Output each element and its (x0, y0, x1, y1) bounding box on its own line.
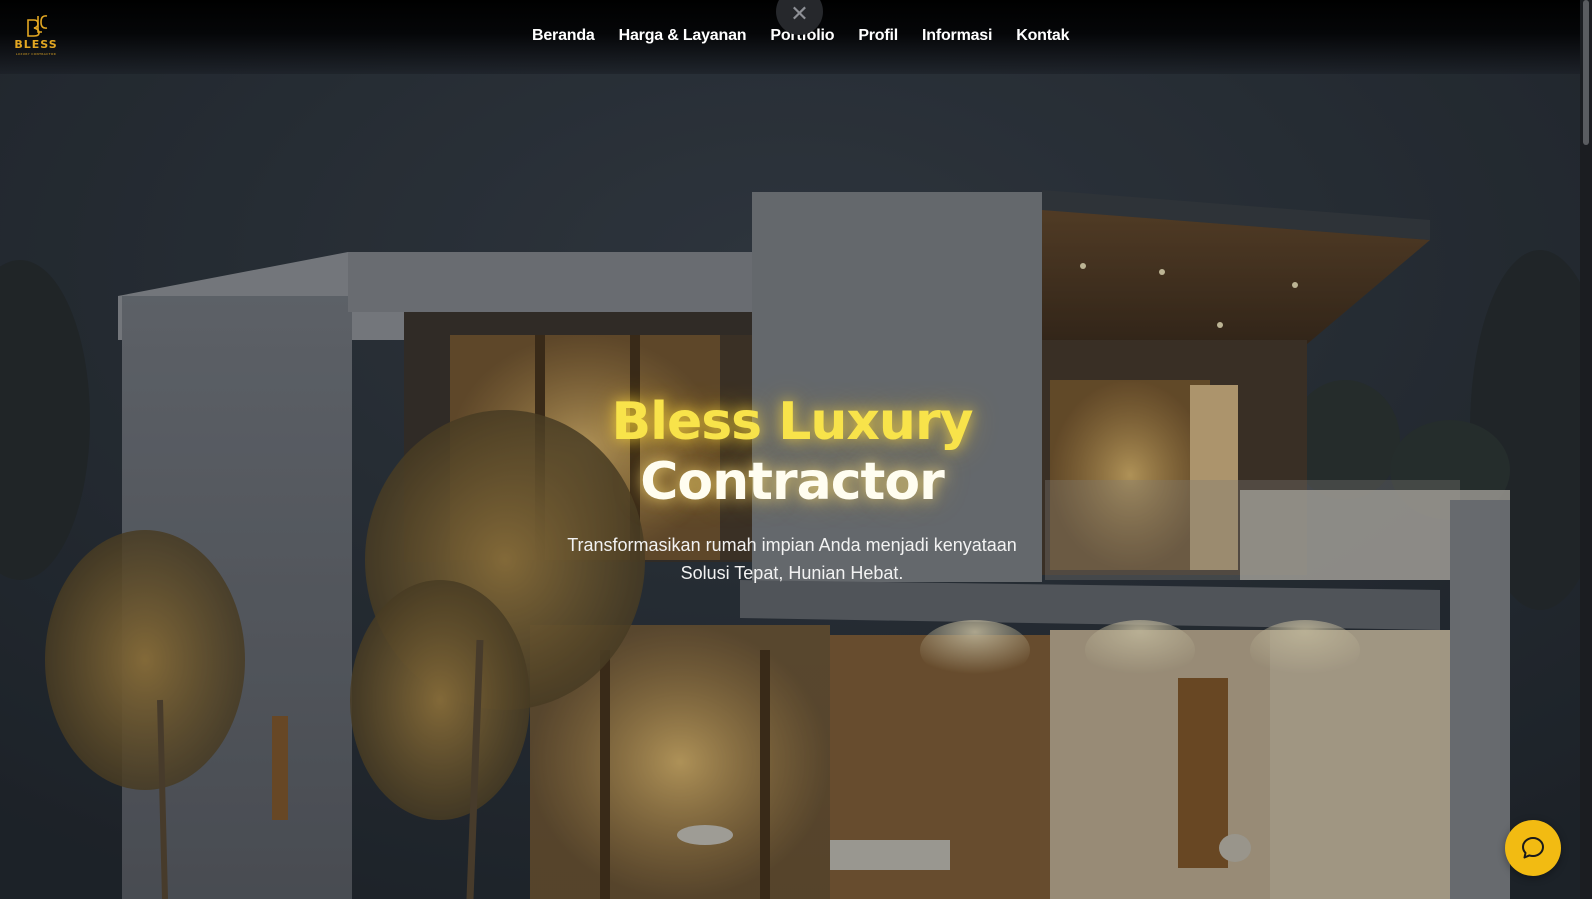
page-scrollbar[interactable] (1580, 0, 1592, 899)
hero-title-line2: Contractor (640, 452, 945, 512)
brand-tagline: LUXURY CONTRACTOR (15, 52, 57, 56)
nav-item-profil[interactable]: Profil (858, 27, 898, 45)
page: BLESS LUXURY CONTRACTOR Beranda Harga & … (0, 0, 1592, 899)
logo-monogram (27, 15, 48, 37)
chat-bubble-icon (1522, 837, 1544, 859)
nav-item-harga-layanan[interactable]: Harga & Layanan (619, 27, 747, 45)
top-navbar: BLESS LUXURY CONTRACTOR Beranda Harga & … (0, 0, 1580, 74)
nav-item-beranda[interactable]: Beranda (532, 27, 595, 45)
hero-subtitle-line2: Solusi Tepat, Hunian Hebat. (680, 563, 904, 583)
hero-title: Bless Luxury Contractor (0, 392, 1584, 512)
brand-logo[interactable]: BLESS LUXURY CONTRACTOR (12, 12, 60, 58)
hero-subtitle: Transformasikan rumah impian Anda menjad… (0, 531, 1584, 587)
hero-title-line1: Bless Luxury (611, 392, 974, 452)
nav-item-informasi[interactable]: Informasi (922, 27, 992, 45)
nav-item-kontak[interactable]: Kontak (1016, 27, 1069, 45)
close-icon: ✕ (790, 2, 809, 27)
scrollbar-thumb[interactable] (1583, 0, 1589, 145)
brand-name: BLESS (14, 38, 58, 51)
hero-subtitle-line1: Transformasikan rumah impian Anda menjad… (567, 535, 1017, 555)
chat-button[interactable] (1505, 820, 1561, 876)
